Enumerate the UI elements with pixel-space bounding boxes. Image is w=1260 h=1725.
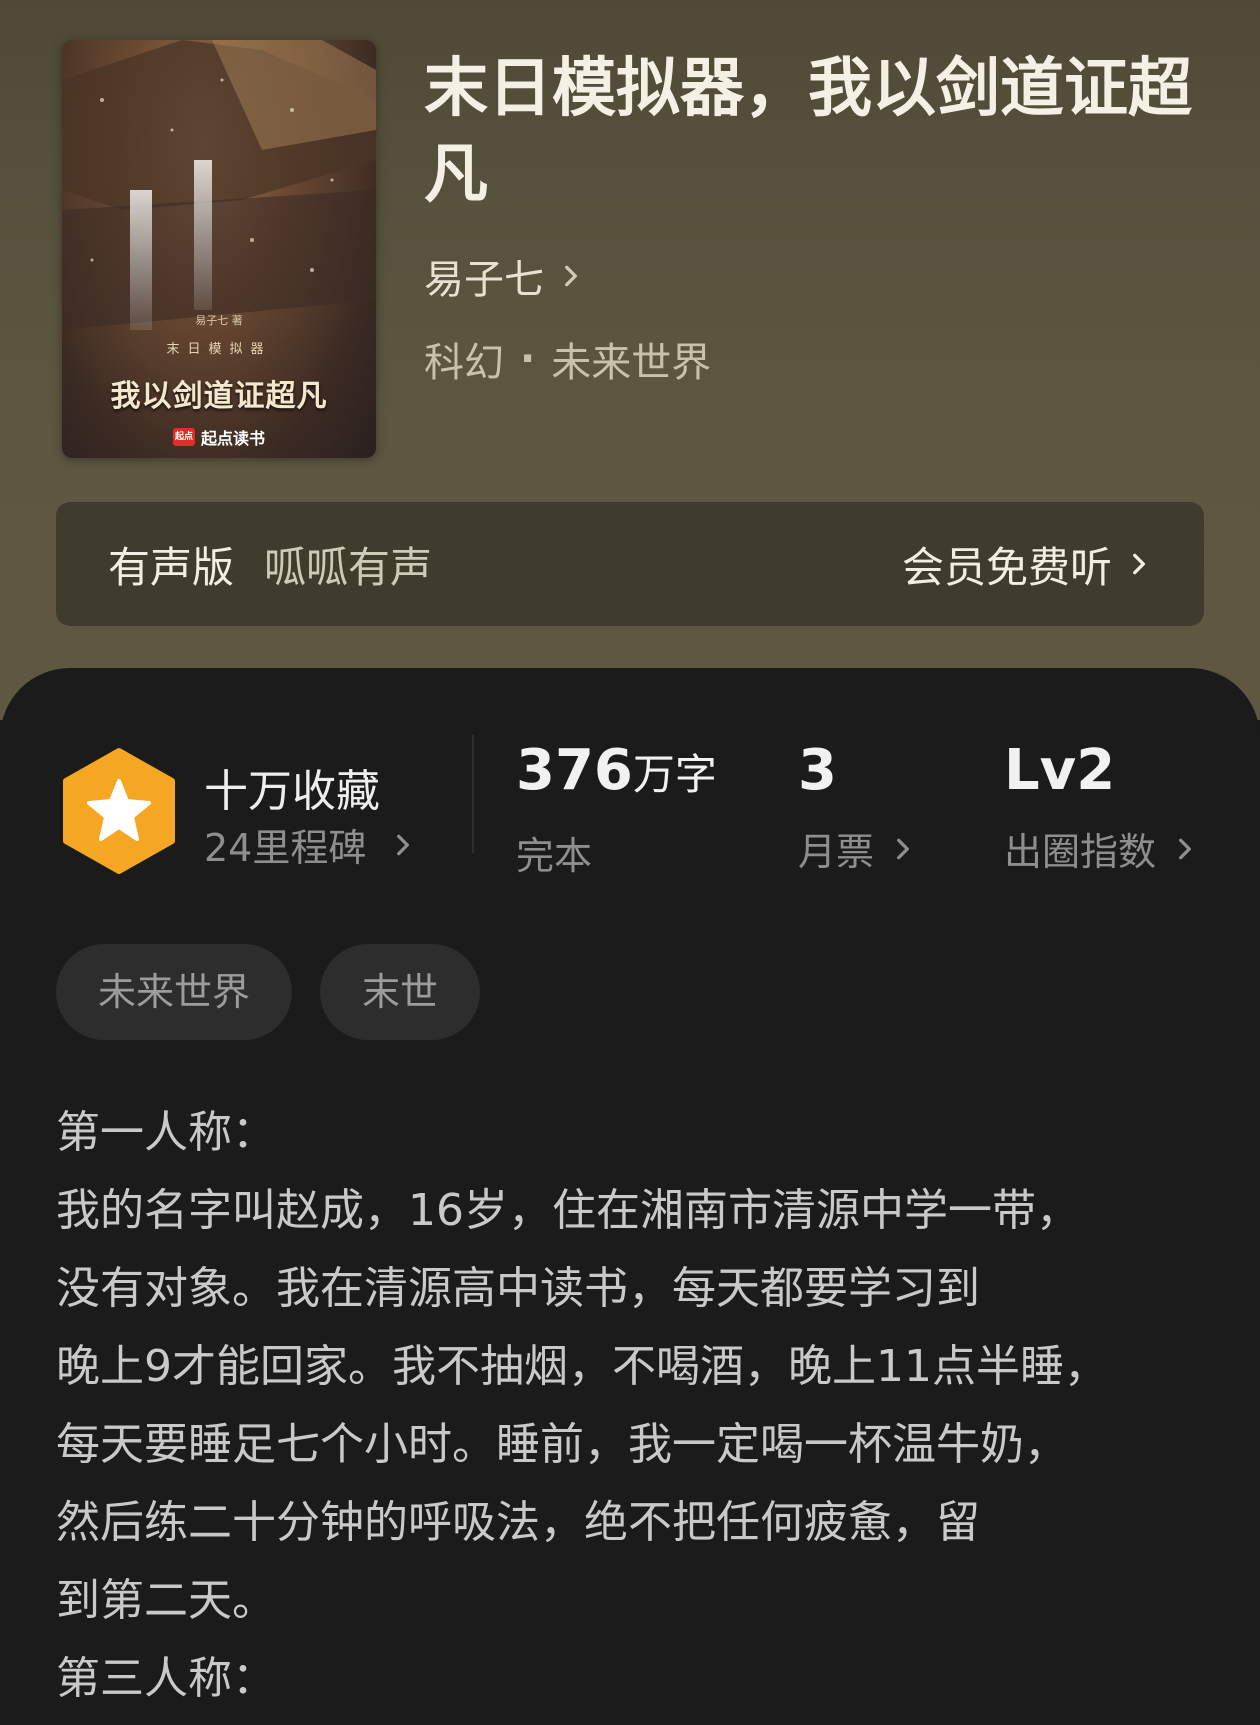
cover-title: 我以剑道证超凡 <box>110 379 328 414</box>
book-detail-page: 易子七 著 末日模拟器 我以剑道证超凡 起点 起点读书 末日模拟器，我以剑道证超… <box>0 0 1260 1725</box>
book-description: 第一人称： 我的名字叫赵成，16岁，住在湘南市清源中学一带， 没有对象。我在清源… <box>56 1107 1108 1704</box>
collection-title: 十万收藏 <box>204 766 380 817</box>
popularity-index-label-row: 出圈指数 <box>1004 821 1198 876</box>
chevron-right-icon <box>897 838 909 859</box>
cover-text: 易子七 著 末日模拟器 我以剑道证超凡 起点 起点读书 <box>62 312 376 449</box>
chevron-right-icon <box>397 834 410 855</box>
star-badge-icon <box>63 748 175 874</box>
cover-brand-name: 起点读书 <box>200 429 265 448</box>
cover-author: 易子七 著 <box>195 314 243 327</box>
monthly-tickets-label-row: 月票 <box>798 821 916 876</box>
stats-row: 十万收藏 24里程碑 376万字 完本 3 月票 Lv2 出圈指数 <box>0 735 1260 885</box>
milestone-label: 24里程碑 <box>204 826 367 870</box>
monthly-tickets-label: 月票 <box>798 830 875 874</box>
word-count-unit: 万字 <box>632 750 717 799</box>
popularity-index-stat[interactable]: Lv2 出圈指数 <box>1004 735 1198 876</box>
tag-list: 未来世界 末世 <box>56 944 481 1040</box>
brand-logo-icon: 起点 <box>172 428 195 446</box>
audio-free-listen-button[interactable]: 会员免费听 <box>902 534 1152 595</box>
audio-provider: 呱呱有声 <box>264 542 433 592</box>
chevron-right-icon <box>1133 553 1145 575</box>
cover-subtitle: 末日模拟器 <box>166 342 272 357</box>
tag-chip[interactable]: 末世 <box>320 944 481 1040</box>
chevron-right-icon <box>1179 838 1191 859</box>
chevron-right-icon <box>565 265 577 287</box>
completion-status: 完本 <box>516 825 717 880</box>
audio-label: 有声版 <box>108 542 235 592</box>
popularity-index-value: Lv2 <box>1004 738 1116 803</box>
book-title: 末日模拟器，我以剑道证超凡 <box>424 51 1192 212</box>
word-count-value: 376万字 <box>516 735 717 811</box>
tag-chip[interactable]: 未来世界 <box>56 944 293 1040</box>
milestone-link[interactable]: 24里程碑 <box>204 817 416 872</box>
word-count-stat: 376万字 完本 <box>516 735 717 880</box>
genre-category: 科幻 <box>424 340 504 386</box>
book-header: 易子七 著 末日模拟器 我以剑道证超凡 起点 起点读书 末日模拟器，我以剑道证超… <box>0 0 1260 720</box>
audio-action-label: 会员免费听 <box>901 542 1112 592</box>
completion-label: 完本 <box>516 834 593 878</box>
audio-version-bar[interactable]: 有声版 呱呱有声 会员免费听 <box>56 502 1204 626</box>
word-count-number: 376 <box>516 738 633 803</box>
popularity-index-label: 出圈指数 <box>1004 830 1157 874</box>
author-link[interactable]: 易子七 <box>424 248 584 304</box>
cover-brand: 起点 起点读书 <box>172 425 265 449</box>
stats-divider <box>472 735 474 853</box>
monthly-tickets-stat[interactable]: 3 月票 <box>798 735 916 876</box>
book-cover[interactable]: 易子七 著 末日模拟器 我以剑道证超凡 起点 起点读书 <box>62 40 376 458</box>
monthly-tickets-value: 3 <box>798 738 837 803</box>
genre-subcategory: 未来世界 <box>551 340 712 386</box>
author-name: 易子七 <box>424 257 544 303</box>
genre-line: 科幻 · 未来世界 <box>424 330 711 388</box>
genre-separator: · <box>520 336 536 382</box>
